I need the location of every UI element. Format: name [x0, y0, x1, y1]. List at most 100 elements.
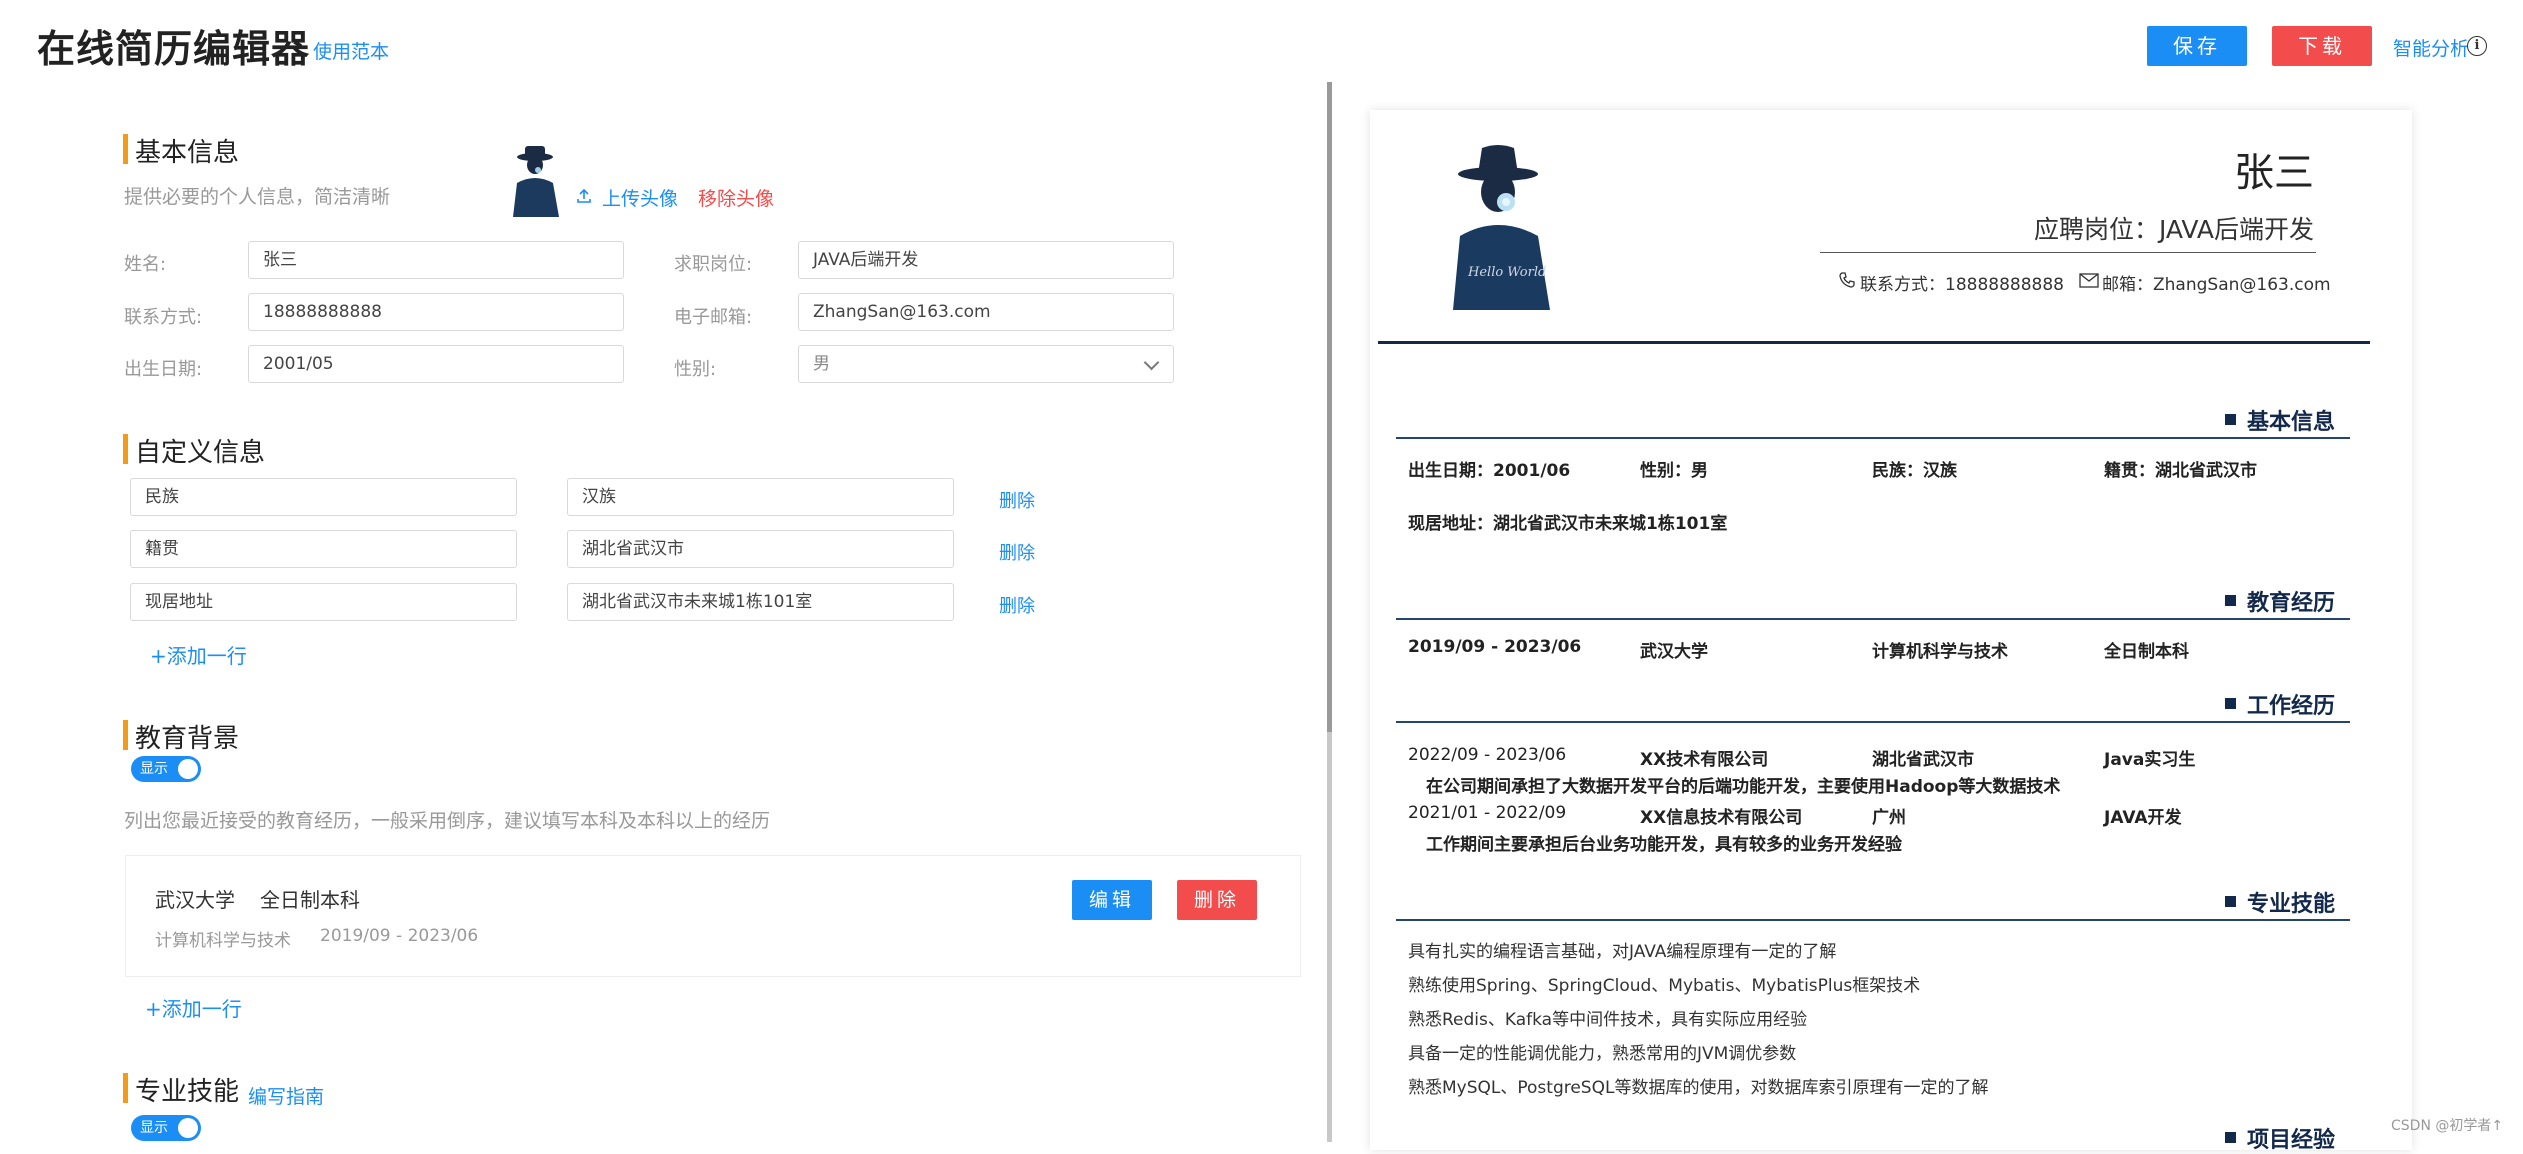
download-button[interactable]: 下载: [2272, 26, 2372, 66]
preview-skill-item: 熟练使用Spring、SpringCloud、Mybatis、MybatisPl…: [1408, 976, 1921, 996]
avatar-caption: Hello World: [1467, 265, 1546, 280]
preview-work-role: JAVA开发: [2104, 808, 2182, 828]
preview-contact: 联系方式：18888888888: [1860, 275, 2064, 295]
header-rule: [1820, 252, 2316, 253]
app-title: 在线简历编辑器: [37, 27, 311, 71]
preview-skill-item: 具有扎实的编程语言基础，对JAVA编程原理有一定的了解: [1408, 942, 1837, 962]
basic-desc: 提供必要的个人信息，简洁清晰: [124, 186, 391, 208]
section-rule: [1396, 721, 2350, 723]
edu-school: 武汉大学: [155, 888, 235, 912]
education-card: 武汉大学 全日制本科 计算机科学与技术 2019/09 - 2023/06 编辑…: [125, 855, 1301, 977]
preview-work-desc: 工作期间主要承担后台业务功能开发，具有较多的业务开发经验: [1426, 835, 1902, 855]
preview-basic-item: 籍贯：湖北省武汉市: [2104, 461, 2257, 481]
section-rule: [1396, 437, 2350, 439]
custom-value-input[interactable]: 湖北省武汉市未来城1栋101室: [567, 583, 954, 621]
section-title-skills: 专业技能: [135, 1077, 240, 1107]
section-title-basic: 基本信息: [135, 138, 240, 168]
phone-icon: [1839, 272, 1855, 288]
section-marker: [2225, 595, 2236, 606]
name-input[interactable]: 张三: [248, 241, 624, 279]
scrollbar-thumb[interactable]: [1327, 82, 1332, 732]
preview-section-work: 工作经历: [2247, 694, 2336, 719]
toggle-knob: [178, 1118, 198, 1138]
preview-email: 邮箱：ZhangSan@163.com: [2102, 275, 2331, 295]
preview-section-skills: 专业技能: [2247, 892, 2336, 917]
edit-education-button[interactable]: 编辑: [1072, 880, 1152, 920]
preview-skill-item: 具备一定的性能调优能力，熟悉常用的JVM调优参数: [1408, 1044, 1797, 1064]
section-title-education: 教育背景: [135, 724, 240, 754]
preview-basic-item: 出生日期：2001/06: [1408, 461, 1571, 481]
preview-work-desc: 在公司期间承担了大数据开发平台的后端功能开发，主要使用Hadoop等大数据技术: [1426, 777, 2061, 797]
custom-key-input[interactable]: 民族: [130, 478, 517, 516]
birth-input[interactable]: 2001/05: [248, 345, 624, 383]
preview-position: 应聘岗位：JAVA后端开发: [2033, 215, 2314, 244]
preview-edu-major: 计算机科学与技术: [1872, 642, 2008, 662]
section-rule: [1396, 919, 2350, 921]
education-desc: 列出您最近接受的教育经历，一般采用倒序，建议填写本科及本科以上的经历: [124, 810, 771, 832]
section-title-custom: 自定义信息: [135, 438, 266, 468]
section-bar: [123, 434, 128, 464]
preview-skill-item: 熟悉MySQL、PostgreSQL等数据库的使用，对数据库索引原理有一定的了解: [1408, 1078, 1989, 1098]
header-divider: [1378, 341, 2370, 344]
preview-work-city: 广州: [1872, 808, 1906, 828]
job-label: 求职岗位:: [674, 254, 753, 275]
skills-visibility-toggle[interactable]: 显示: [131, 1115, 201, 1141]
section-marker: [2225, 698, 2236, 709]
preview-basic-item: 性别：男: [1640, 461, 1708, 481]
contact-label: 联系方式:: [124, 307, 203, 328]
avatar-thumbnail: [505, 143, 565, 217]
section-marker: [2225, 1132, 2236, 1143]
contact-input[interactable]: 18888888888: [248, 293, 624, 331]
edu-period: 2019/09 - 2023/06: [320, 926, 479, 946]
custom-delete-link[interactable]: 删除: [999, 539, 1035, 565]
preview-name: 张三: [2234, 150, 2314, 196]
preview-section-basic: 基本信息: [2247, 410, 2336, 435]
section-marker: [2225, 414, 2236, 425]
section-marker: [2225, 896, 2236, 907]
resume-preview: Hello World 张三 应聘岗位：JAVA后端开发 联系方式：188888…: [1370, 110, 2412, 1153]
writing-guide-link[interactable]: 编写指南: [248, 1082, 324, 1109]
upload-avatar-link[interactable]: 上传头像: [602, 184, 678, 211]
toggle-knob: [178, 759, 198, 779]
add-custom-row-link[interactable]: +添加一行: [150, 640, 247, 669]
education-visibility-toggle[interactable]: 显示: [131, 756, 201, 782]
custom-key-input[interactable]: 籍贯: [130, 530, 517, 568]
name-label: 姓名:: [124, 254, 167, 275]
add-education-row-link[interactable]: +添加一行: [145, 993, 242, 1022]
smart-analysis-link[interactable]: 智能分析: [2393, 34, 2469, 61]
avatar: Hello World: [1438, 140, 1568, 310]
edu-degree: 全日制本科: [260, 888, 360, 912]
custom-delete-link[interactable]: 删除: [999, 487, 1035, 513]
birth-label: 出生日期:: [124, 359, 203, 380]
preview-work-period: 2021/01 - 2022/09: [1408, 803, 1567, 823]
custom-value-input[interactable]: 汉族: [567, 478, 954, 516]
preview-edu-degree: 全日制本科: [2104, 642, 2189, 662]
info-icon[interactable]: i: [2467, 36, 2487, 56]
preview-section-education: 教育经历: [2247, 591, 2336, 616]
save-button[interactable]: 保存: [2147, 26, 2247, 66]
edu-major: 计算机科学与技术: [155, 931, 291, 951]
preview-work-period: 2022/09 - 2023/06: [1408, 745, 1567, 765]
upload-icon: [577, 188, 591, 203]
preview-skill-item: 熟悉Redis、Kafka等中间件技术，具有实际应用经验: [1408, 1010, 1808, 1030]
delete-education-button[interactable]: 删除: [1177, 880, 1257, 920]
preview-edu-period: 2019/09 - 2023/06: [1408, 637, 1582, 657]
section-bar: [123, 1073, 128, 1103]
preview-work-company: XX技术有限公司: [1640, 750, 1769, 770]
section-rule: [1396, 618, 2350, 620]
preview-basic-item: 民族：汉族: [1872, 461, 1957, 481]
use-sample-link[interactable]: 使用范本: [313, 37, 389, 64]
section-bar: [123, 134, 128, 164]
email-label: 电子邮箱:: [674, 307, 753, 328]
email-input[interactable]: ZhangSan@163.com: [798, 293, 1174, 331]
gender-select[interactable]: 男: [798, 345, 1174, 383]
job-input[interactable]: JAVA后端开发: [798, 241, 1174, 279]
custom-value-input[interactable]: 湖北省武汉市: [567, 530, 954, 568]
custom-delete-link[interactable]: 删除: [999, 592, 1035, 618]
preview-section-projects: 项目经验: [2247, 1128, 2336, 1153]
remove-avatar-link[interactable]: 移除头像: [698, 184, 774, 211]
toggle-label: 显示: [140, 1120, 168, 1136]
toggle-label: 显示: [140, 761, 168, 777]
custom-key-input[interactable]: 现居地址: [130, 583, 517, 621]
gender-label: 性别:: [674, 359, 717, 380]
